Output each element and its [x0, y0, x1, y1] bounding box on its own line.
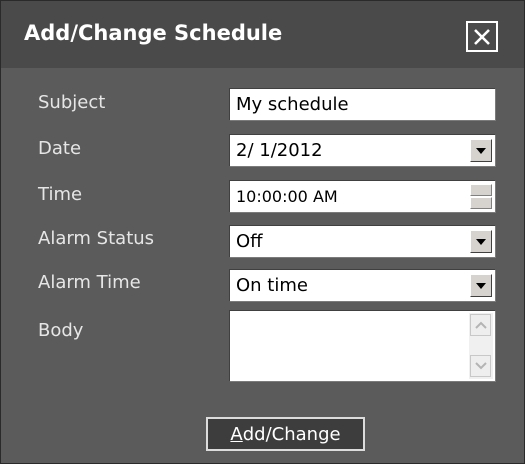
time-spin-up[interactable] [470, 184, 492, 196]
subject-value: My schedule [236, 94, 349, 115]
dialog-title: Add/Change Schedule [24, 21, 283, 45]
alarm-status-value: Off [236, 231, 263, 252]
add-change-mnemonic: A [230, 423, 243, 445]
add-change-button[interactable]: Add/Change [206, 417, 365, 451]
chevron-up-icon [474, 321, 487, 329]
subject-input[interactable]: My schedule [229, 88, 496, 121]
alarm-status-label: Alarm Status [38, 228, 155, 249]
close-icon [474, 28, 490, 45]
alarm-status-dropdown-button[interactable] [470, 230, 492, 253]
add-change-schedule-dialog: Add/Change Schedule Subject My schedule … [0, 0, 525, 464]
add-change-label: dd/Change [242, 423, 341, 445]
alarm-status-select[interactable]: Off [229, 225, 496, 258]
date-label: Date [38, 138, 82, 159]
date-dropdown-button[interactable] [470, 139, 492, 162]
time-spin-down[interactable] [470, 197, 492, 209]
body-scrollbar[interactable] [469, 313, 493, 379]
dialog-titlebar: Add/Change Schedule [1, 1, 524, 68]
chevron-down-icon [474, 362, 487, 370]
alarm-time-select[interactable]: On time [229, 269, 496, 302]
chevron-down-icon [476, 147, 486, 154]
scroll-up-button[interactable] [470, 314, 491, 336]
alarm-time-dropdown-button[interactable] [470, 274, 492, 297]
alarm-time-label: Alarm Time [38, 272, 141, 293]
body-label: Body [38, 320, 84, 341]
scroll-down-button[interactable] [470, 355, 491, 377]
chevron-down-icon [476, 282, 486, 289]
time-value: 10:00:00 AM [236, 187, 338, 206]
alarm-time-value: On time [236, 275, 308, 296]
close-button[interactable] [466, 21, 498, 52]
date-picker[interactable]: 2/ 1/2012 [229, 134, 496, 167]
subject-label: Subject [38, 92, 106, 113]
time-stepper[interactable]: 10:00:00 AM [229, 180, 496, 213]
chevron-down-icon [476, 238, 486, 245]
date-value: 2/ 1/2012 [236, 140, 323, 161]
time-label: Time [38, 184, 83, 205]
body-textarea[interactable] [229, 310, 496, 382]
time-spin-control[interactable] [470, 184, 492, 209]
